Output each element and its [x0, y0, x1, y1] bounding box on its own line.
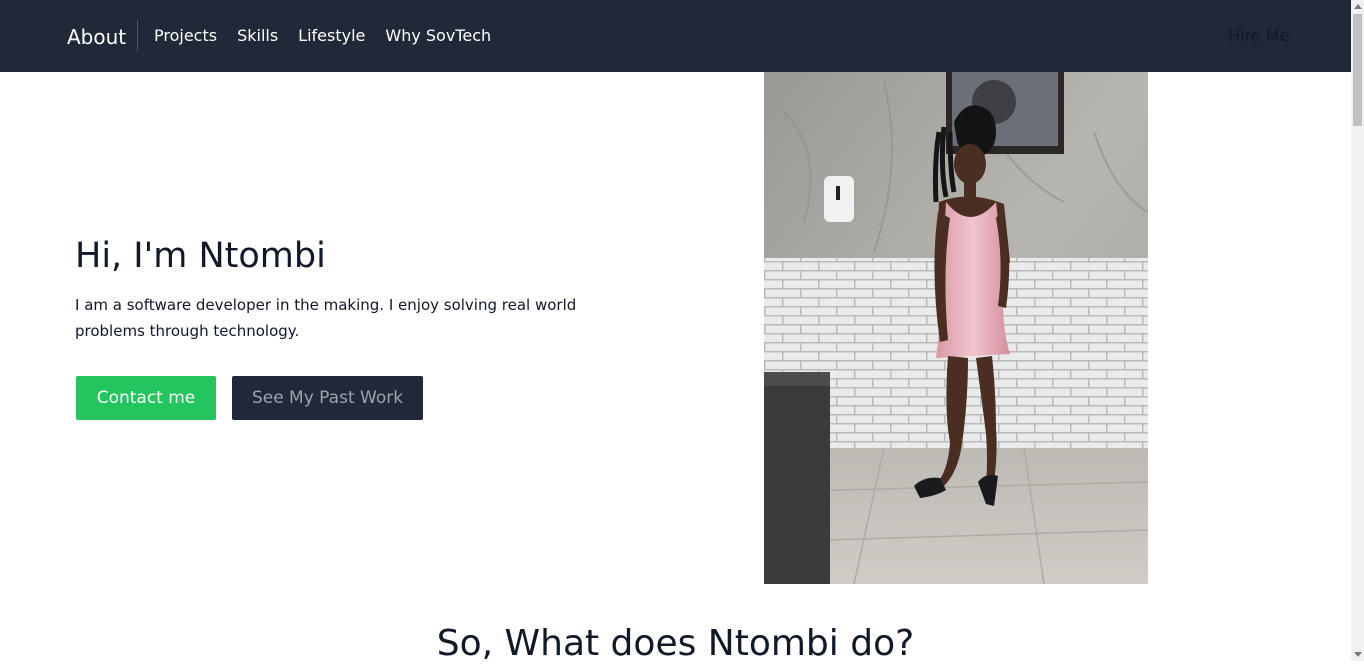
vertical-scrollbar[interactable] — [1351, 0, 1364, 661]
hero-title: Hi, I'm Ntombi — [75, 236, 326, 276]
nav-link-why-sovtech[interactable]: Why SovTech — [385, 26, 491, 46]
hero-description: I am a software developer in the making.… — [75, 296, 577, 340]
profile-photo-illustration — [764, 72, 1148, 584]
contact-me-button[interactable]: Contact me — [76, 376, 216, 420]
nav-link-lifestyle[interactable]: Lifestyle — [298, 26, 365, 46]
profile-photo — [764, 72, 1148, 584]
see-past-work-button[interactable]: See My Past Work — [232, 376, 423, 420]
top-navbar: About Projects Skills Lifestyle Why SovT… — [0, 0, 1351, 72]
nav-divider — [137, 20, 138, 51]
scroll-down-arrow-icon[interactable] — [1354, 652, 1362, 657]
nav-link-skills[interactable]: Skills — [237, 26, 278, 46]
nav-links: Projects Skills Lifestyle Why SovTech — [154, 26, 511, 46]
scroll-up-arrow-icon[interactable] — [1354, 4, 1362, 9]
hire-me-link[interactable]: Hire Me — [1228, 26, 1289, 46]
nav-brand-about[interactable]: About — [67, 24, 126, 50]
nav-link-projects[interactable]: Projects — [154, 26, 217, 46]
scrollbar-thumb[interactable] — [1353, 14, 1362, 126]
